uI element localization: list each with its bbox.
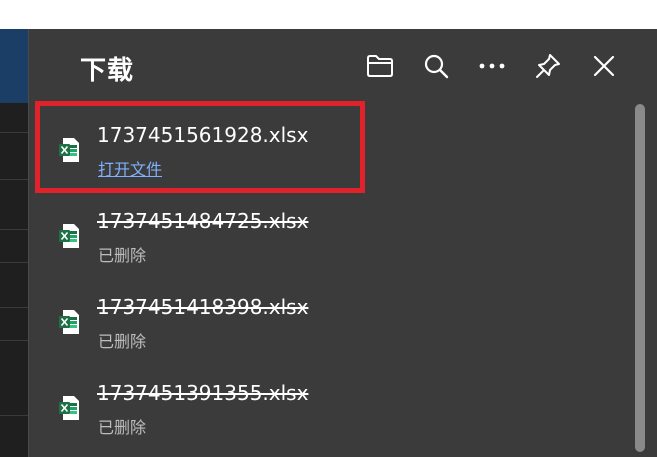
download-item[interactable]: 1737451391355.xlsx 已删除 (29, 359, 629, 445)
file-name: 1737451561928.xlsx (97, 123, 309, 147)
divider (0, 415, 28, 416)
excel-file-icon (59, 396, 79, 420)
divider (0, 262, 28, 263)
folder-icon (367, 55, 393, 77)
open-downloads-folder-button[interactable] (363, 49, 397, 83)
file-name: 1737451484725.xlsx (97, 209, 309, 233)
divider (0, 340, 28, 341)
more-options-button[interactable] (475, 49, 509, 83)
download-item[interactable]: 1737451561928.xlsx 打开文件 (29, 101, 629, 193)
deleted-status: 已删除 (98, 246, 147, 265)
excel-file-icon (59, 138, 79, 162)
excel-file-icon (59, 224, 79, 248)
red-highlight-box (35, 101, 365, 193)
pin-panel-button[interactable] (531, 49, 565, 83)
more-icon (479, 63, 505, 69)
file-name: 1737451418398.xlsx (97, 295, 309, 319)
open-file-link[interactable]: 打开文件 (98, 156, 162, 180)
divider (0, 179, 28, 180)
downloads-panel: 下载 1737451561928.xlsx 打开文件 1737451484725… (28, 29, 657, 457)
file-name: 1737451391355.xlsx (97, 381, 309, 405)
divider (0, 229, 28, 230)
close-icon (593, 55, 615, 77)
background-strip (0, 29, 28, 103)
download-item[interactable]: 1737451418398.xlsx 已删除 (29, 273, 629, 359)
downloads-list: 1737451561928.xlsx 打开文件 1737451484725.xl… (29, 101, 629, 445)
pin-icon (536, 54, 560, 78)
panel-toolbar (363, 49, 621, 83)
download-item[interactable]: 1737451484725.xlsx 已删除 (29, 187, 629, 273)
search-icon (424, 54, 449, 79)
divider (0, 132, 28, 133)
deleted-status: 已删除 (98, 418, 147, 437)
panel-title: 下载 (80, 56, 135, 86)
deleted-status: 已删除 (98, 332, 147, 351)
search-downloads-button[interactable] (419, 49, 453, 83)
scrollbar[interactable] (635, 104, 645, 452)
divider (0, 307, 28, 308)
excel-file-icon (59, 310, 79, 334)
close-panel-button[interactable] (587, 49, 621, 83)
screenshot: 下载 1737451561928.xlsx 打开文件 1737451484725… (0, 0, 657, 457)
browser-background (0, 29, 28, 457)
